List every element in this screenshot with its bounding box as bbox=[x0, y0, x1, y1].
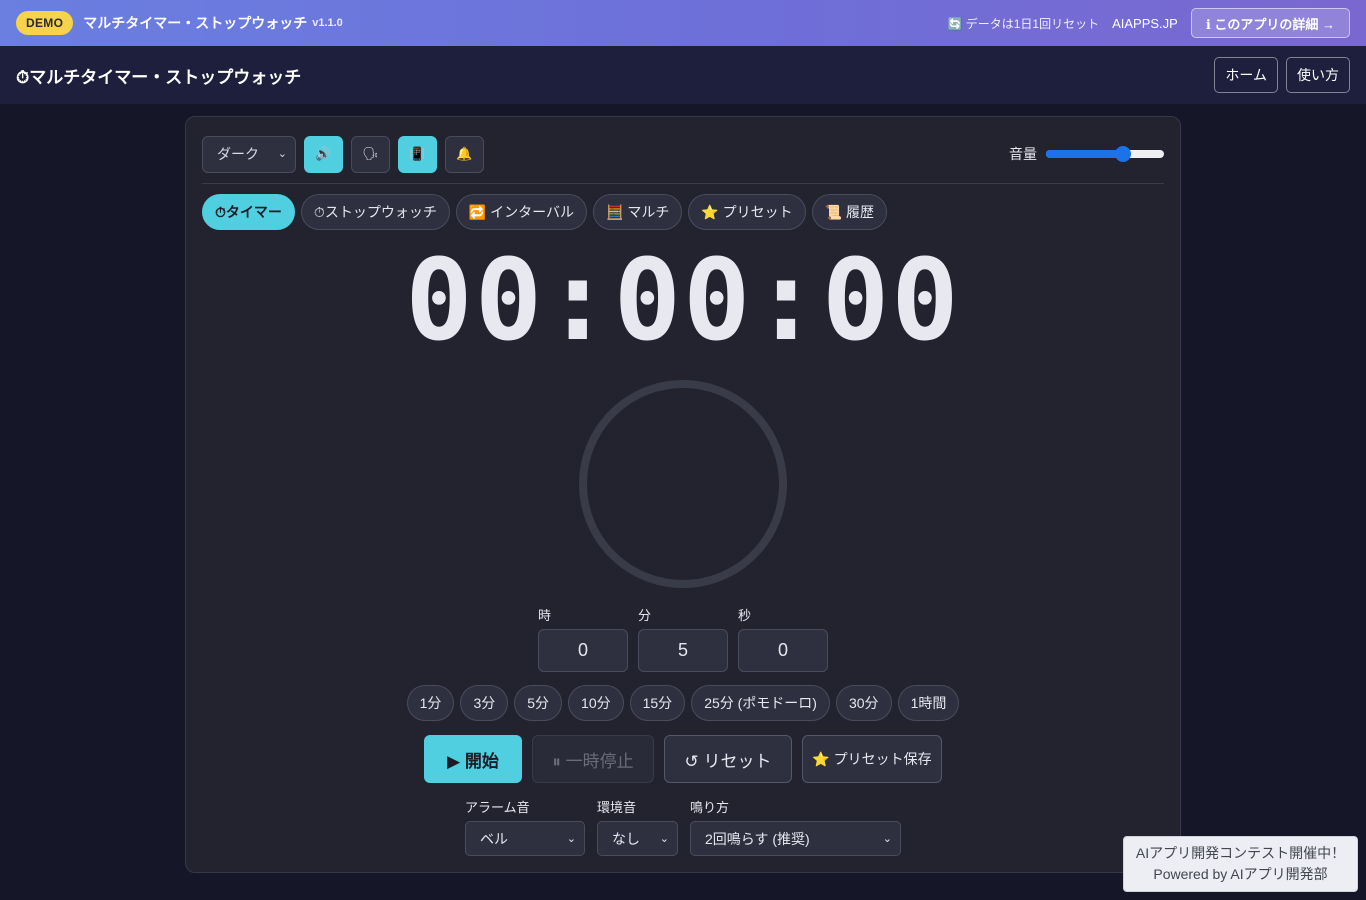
top-right-group: 🔄 データは1日1回リセット AIAPPS.JP ℹ このアプリの詳細 → bbox=[947, 8, 1350, 38]
preset-15min[interactable]: 15分 bbox=[629, 685, 686, 721]
tab-history[interactable]: 📜 履歴 bbox=[811, 194, 888, 230]
tab-stopwatch[interactable]: ⏱ストップウォッチ bbox=[300, 194, 450, 230]
timer-actions: ▶ 開始 ⏸ 一時停止 ↺ リセット ⭐ プリセット保存 bbox=[424, 735, 942, 783]
hours-group: 時 0 bbox=[538, 607, 628, 672]
ambient-sound-label: 環境音 bbox=[597, 800, 637, 815]
howto-button[interactable]: 使い方 bbox=[1286, 57, 1350, 93]
ring-mode-value: 2回鳴らす (推奨) bbox=[705, 830, 810, 847]
time-display: 00:00:00 bbox=[405, 236, 961, 366]
mode-tabs: ⏱タイマー ⏱ストップウォッチ 🔁 インターバル 🧮 マルチ ⭐ プリセット 📜… bbox=[202, 194, 888, 230]
app-header: ⏱マルチタイマー・ストップウォッチ ホーム 使い方 bbox=[0, 46, 1366, 104]
app-version: v1.1.0 bbox=[312, 17, 343, 29]
volume-slider-thumb[interactable] bbox=[1114, 146, 1131, 162]
minutes-label: 分 bbox=[638, 608, 652, 623]
promo-line-2: Powered by AIアプリ開発部 bbox=[1153, 866, 1328, 882]
chevron-down-icon: ⌄ bbox=[882, 833, 892, 845]
theme-select-value: ダーク bbox=[217, 146, 259, 162]
phone-vibrate-icon: 📳 bbox=[409, 146, 426, 161]
tab-interval[interactable]: 🔁 インターバル bbox=[455, 194, 588, 230]
header-nav: ホーム 使い方 bbox=[1214, 57, 1350, 93]
app-name: マルチタイマー・ストップウォッチ bbox=[83, 15, 308, 31]
speaking-head-icon: 🗣 bbox=[362, 146, 379, 161]
demo-badge: DEMO bbox=[16, 11, 74, 35]
seconds-input[interactable]: 0 bbox=[738, 629, 828, 672]
seconds-label: 秒 bbox=[738, 608, 752, 623]
start-button[interactable]: ▶ 開始 bbox=[424, 735, 522, 783]
control-row: ダーク ⌄ 🔊 🗣 📳 🔔 音量 bbox=[202, 135, 1164, 173]
preset-25min-pomodoro[interactable]: 25分 (ポモドーロ) bbox=[691, 685, 830, 721]
top-bar: DEMO マルチタイマー・ストップウォッチ v1.1.0 🔄 データは1日1回リ… bbox=[0, 0, 1366, 46]
alarm-sound-select[interactable]: ベル ⌄ bbox=[465, 821, 585, 856]
preset-5min[interactable]: 5分 bbox=[514, 685, 563, 721]
vibrate-toggle-button[interactable]: 📳 bbox=[398, 135, 437, 173]
volume-slider[interactable] bbox=[1046, 146, 1164, 162]
speaker-icon: 🔊 bbox=[315, 146, 332, 161]
alarm-sound-group: アラーム音 ベル ⌄ bbox=[465, 799, 585, 856]
seconds-group: 秒 0 bbox=[738, 607, 828, 672]
ring-mode-group: 鳴り方 2回鳴らす (推奨) ⌄ bbox=[690, 799, 901, 856]
promo-line-1: AIアプリ開発コンテスト開催中！ bbox=[1135, 845, 1346, 861]
ambient-sound-select[interactable]: なし ⌄ bbox=[597, 821, 678, 856]
tab-timer[interactable]: ⏱タイマー bbox=[202, 194, 295, 230]
theme-select[interactable]: ダーク ⌄ bbox=[202, 135, 296, 173]
hours-input[interactable]: 0 bbox=[538, 629, 628, 672]
bell-icon: 🔔 bbox=[456, 146, 473, 161]
tab-multi[interactable]: 🧮 マルチ bbox=[593, 194, 683, 230]
divider bbox=[202, 183, 1164, 184]
minutes-input[interactable]: 5 bbox=[638, 629, 728, 672]
promo-banner[interactable]: AIアプリ開発コンテスト開催中！ Powered by AIアプリ開発部 bbox=[1123, 836, 1358, 892]
ambient-sound-group: 環境音 なし ⌄ bbox=[597, 799, 678, 856]
app-details-button[interactable]: ℹ このアプリの詳細 → bbox=[1190, 8, 1350, 38]
reset-button[interactable]: ↺ リセット bbox=[664, 735, 792, 783]
ring-mode-label: 鳴り方 bbox=[690, 800, 730, 815]
pause-button[interactable]: ⏸ 一時停止 bbox=[532, 735, 654, 783]
preset-30min[interactable]: 30分 bbox=[835, 685, 892, 721]
page-title: ⏱マルチタイマー・ストップウォッチ bbox=[16, 67, 302, 87]
preset-1hour[interactable]: 1時間 bbox=[897, 685, 960, 721]
tab-presets[interactable]: ⭐ プリセット bbox=[688, 194, 806, 230]
home-button[interactable]: ホーム bbox=[1214, 57, 1278, 93]
chevron-down-icon: ⌄ bbox=[277, 147, 287, 160]
timer-card: ダーク ⌄ 🔊 🗣 📳 🔔 音量 ⏱タイマー ⏱ストップウォッチ 🔁 インターバ… bbox=[185, 116, 1181, 873]
sound-toggle-button[interactable]: 🔊 bbox=[304, 135, 343, 173]
save-preset-button[interactable]: ⭐ プリセット保存 bbox=[802, 735, 942, 783]
notification-toggle-button[interactable]: 🔔 bbox=[445, 135, 484, 173]
hours-label: 時 bbox=[538, 608, 552, 623]
ambient-sound-value: なし bbox=[612, 830, 640, 847]
volume-control: 音量 bbox=[1009, 144, 1164, 164]
brand-link[interactable]: AIAPPS.JP bbox=[1112, 16, 1178, 31]
volume-label: 音量 bbox=[1009, 146, 1037, 162]
alarm-sound-label: アラーム音 bbox=[465, 800, 530, 815]
sound-settings: アラーム音 ベル ⌄ 環境音 なし ⌄ 鳴り方 2回鳴らす (推奨) ⌄ bbox=[465, 799, 901, 856]
voice-toggle-button[interactable]: 🗣 bbox=[351, 135, 390, 173]
reset-note: 🔄 データは1日1回リセット bbox=[947, 16, 1100, 31]
alarm-sound-value: ベル bbox=[480, 830, 508, 847]
quick-presets: 1分 3分 5分 10分 15分 25分 (ポモドーロ) 30分 1時間 bbox=[186, 685, 1180, 721]
preset-3min[interactable]: 3分 bbox=[460, 685, 509, 721]
chevron-down-icon: ⌄ bbox=[659, 833, 669, 845]
ring-mode-select[interactable]: 2回鳴らす (推奨) ⌄ bbox=[690, 821, 901, 856]
volume-slider-fill bbox=[1046, 150, 1123, 158]
chevron-down-icon: ⌄ bbox=[566, 833, 576, 845]
progress-ring bbox=[579, 380, 787, 588]
minutes-group: 分 5 bbox=[638, 607, 728, 672]
duration-inputs: 時 0 分 5 秒 0 bbox=[538, 607, 828, 672]
preset-1min[interactable]: 1分 bbox=[406, 685, 455, 721]
progress-ring-track bbox=[579, 380, 787, 588]
preset-10min[interactable]: 10分 bbox=[568, 685, 624, 721]
